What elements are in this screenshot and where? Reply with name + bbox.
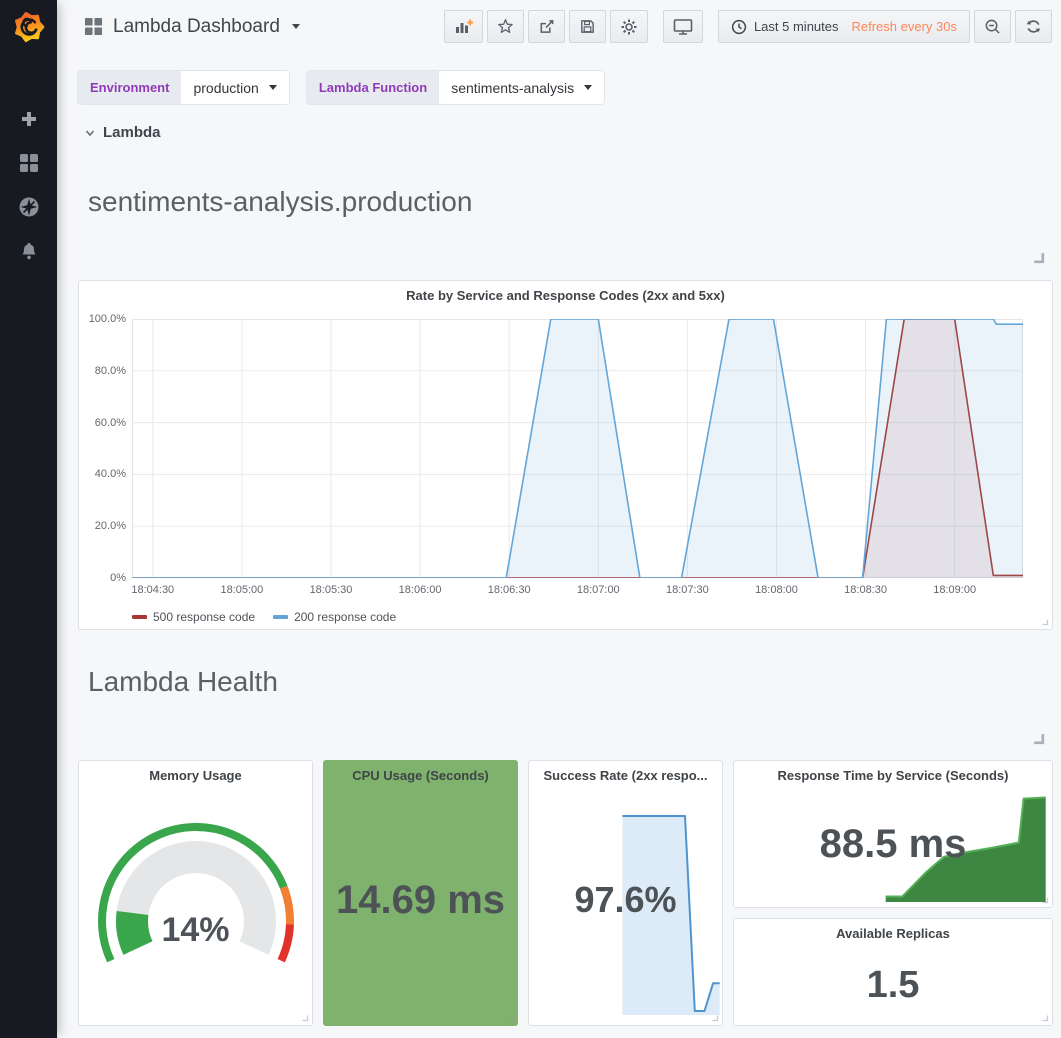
chevron-down-icon bbox=[269, 85, 277, 90]
gauge-value: 14% bbox=[79, 911, 312, 950]
create-menu-item[interactable] bbox=[0, 102, 57, 136]
y-axis-label: 20.0% bbox=[80, 520, 126, 532]
share-icon bbox=[538, 18, 555, 35]
lambda-function-filter-value-text: sentiments-analysis bbox=[451, 80, 574, 96]
grafana-logo[interactable] bbox=[0, 0, 57, 54]
star-icon bbox=[497, 18, 514, 35]
legend-series-label: 500 response code bbox=[153, 610, 255, 624]
dashboard-toolbar: Last 5 minutes Refresh every 30s bbox=[440, 10, 1052, 43]
dashboard-squares-icon bbox=[84, 17, 103, 36]
zoom-out-icon bbox=[984, 18, 1001, 35]
x-axis-label: 18:06:30 bbox=[476, 584, 542, 596]
panel-title[interactable]: Rate by Service and Response Codes (2xx … bbox=[79, 288, 1052, 303]
tv-mode-button[interactable] bbox=[663, 10, 703, 43]
explore-menu-item[interactable] bbox=[0, 190, 57, 224]
x-axis-label: 18:05:00 bbox=[209, 584, 275, 596]
grafana-flame-icon bbox=[12, 10, 46, 44]
zoom-out-button[interactable] bbox=[974, 10, 1011, 43]
legend-item[interactable]: 500 response code bbox=[132, 610, 255, 624]
panel-title[interactable]: Memory Usage bbox=[79, 768, 312, 783]
time-range-picker[interactable]: Last 5 minutes Refresh every 30s bbox=[718, 10, 970, 43]
stat-value: 97.6% bbox=[529, 761, 722, 1025]
legend-item[interactable]: 200 response code bbox=[273, 610, 396, 624]
legend-series-color bbox=[273, 615, 288, 619]
x-axis-label: 18:04:30 bbox=[120, 584, 186, 596]
panel-available-replicas: Available Replicas 1.5 bbox=[733, 918, 1053, 1026]
save-dashboard-button[interactable] bbox=[569, 10, 606, 43]
panel-resize-corner-icon[interactable] bbox=[300, 1013, 310, 1023]
x-axis-label: 18:06:00 bbox=[387, 584, 453, 596]
plus-icon bbox=[19, 109, 39, 129]
panel-rate-by-service: Rate by Service and Response Codes (2xx … bbox=[78, 280, 1053, 630]
environment-filter-value[interactable]: production bbox=[181, 71, 288, 104]
x-axis-label: 18:09:00 bbox=[922, 584, 988, 596]
section-title: sentiments-analysis.production bbox=[88, 186, 472, 218]
monitor-icon bbox=[673, 18, 693, 36]
stat-value: 88.5 ms bbox=[734, 761, 1052, 907]
add-panel-icon bbox=[454, 18, 473, 36]
panel-response-time: Response Time by Service (Seconds) 88.5 … bbox=[733, 760, 1053, 908]
environment-filter-label: Environment bbox=[78, 71, 181, 104]
x-axis-label: 18:08:00 bbox=[743, 584, 809, 596]
x-axis-label: 18:08:30 bbox=[833, 584, 899, 596]
memory-gauge bbox=[86, 823, 306, 981]
compass-icon bbox=[18, 196, 40, 218]
left-rail bbox=[0, 0, 57, 1038]
row-toggle-lambda[interactable]: Lambda bbox=[84, 124, 161, 141]
alerting-menu-item[interactable] bbox=[0, 234, 57, 268]
refresh-icon bbox=[1025, 18, 1042, 35]
environment-filter-value-text: production bbox=[193, 80, 258, 96]
share-dashboard-button[interactable] bbox=[528, 10, 565, 43]
y-axis-label: 40.0% bbox=[80, 468, 126, 480]
panel-success-rate: Success Rate (2xx respo... 97.6% bbox=[528, 760, 723, 1026]
panel-resize-corner-icon[interactable] bbox=[1040, 617, 1050, 627]
x-axis-label: 18:05:30 bbox=[298, 584, 364, 596]
panel-cpu-usage: CPU Usage (Seconds) 14.69 ms bbox=[323, 760, 518, 1026]
timeseries-plot[interactable] bbox=[132, 319, 1023, 578]
gear-icon bbox=[620, 18, 638, 36]
lambda-function-filter-value[interactable]: sentiments-analysis bbox=[439, 71, 604, 104]
health-section-title: Lambda Health bbox=[88, 666, 278, 698]
chevron-down-icon bbox=[292, 24, 300, 29]
x-axis-label: 18:07:00 bbox=[565, 584, 631, 596]
legend-series-label: 200 response code bbox=[294, 610, 396, 624]
add-panel-button[interactable] bbox=[444, 10, 483, 43]
y-axis-label: 60.0% bbox=[80, 417, 126, 429]
y-axis-label: 80.0% bbox=[80, 365, 126, 377]
stat-value: 14.69 ms bbox=[324, 761, 517, 1025]
dashboard-header: Lambda Dashboard bbox=[57, 0, 1061, 53]
y-axis-label: 0% bbox=[80, 572, 126, 584]
legend-series-color bbox=[132, 615, 147, 619]
row-title: Lambda bbox=[103, 124, 161, 141]
refresh-interval-label: Refresh every 30s bbox=[852, 19, 958, 34]
refresh-dashboard-button[interactable] bbox=[1015, 10, 1052, 43]
lambda-function-filter-label: Lambda Function bbox=[307, 71, 439, 104]
star-dashboard-button[interactable] bbox=[487, 10, 524, 43]
row-resize-handle-icon[interactable] bbox=[1032, 732, 1045, 745]
dashboard-settings-button[interactable] bbox=[610, 10, 648, 43]
dashboard-title: Lambda Dashboard bbox=[113, 16, 280, 38]
y-axis-label: 100.0% bbox=[80, 313, 126, 325]
stat-value: 1.5 bbox=[734, 919, 1052, 1025]
dashboard-title-picker[interactable]: Lambda Dashboard bbox=[84, 16, 300, 38]
bell-icon bbox=[19, 241, 39, 261]
row-resize-handle-icon[interactable] bbox=[1032, 251, 1045, 264]
x-axis-label: 18:07:30 bbox=[654, 584, 720, 596]
dashboards-icon bbox=[19, 153, 39, 173]
environment-filter: Environment production bbox=[78, 71, 289, 104]
clock-icon bbox=[731, 19, 747, 35]
time-range-label: Last 5 minutes bbox=[754, 19, 839, 34]
save-icon bbox=[579, 18, 596, 35]
chart-legend: 500 response code 200 response code bbox=[132, 610, 396, 624]
lambda-function-filter: Lambda Function sentiments-analysis bbox=[307, 71, 604, 104]
dashboards-menu-item[interactable] bbox=[0, 146, 57, 180]
chevron-down-icon bbox=[584, 85, 592, 90]
panel-memory-usage: Memory Usage 14% bbox=[78, 760, 313, 1026]
chevron-down-icon bbox=[84, 127, 96, 139]
dashboard-submenu: Environment production Lambda Function s… bbox=[78, 71, 604, 104]
